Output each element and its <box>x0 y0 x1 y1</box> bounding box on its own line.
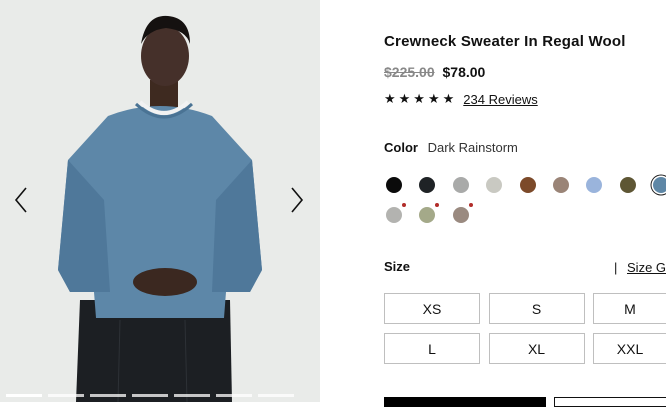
size-option-xxl[interactable]: XXL <box>593 333 666 364</box>
product-image-carousel[interactable] <box>0 0 320 402</box>
carousel-dot[interactable] <box>216 394 252 397</box>
swatch-badge-icon <box>468 203 473 207</box>
star-rating-icon: ★★★★★ <box>384 91 458 106</box>
color-swatch[interactable] <box>386 177 402 193</box>
color-swatch[interactable] <box>419 203 440 223</box>
size-guide-separator: | <box>614 260 618 275</box>
chevron-left-icon <box>14 187 27 213</box>
color-swatch[interactable] <box>419 177 436 193</box>
size-label: Size <box>384 259 411 274</box>
sale-price: $78.00 <box>442 64 486 80</box>
original-price: $225.00 <box>384 64 435 80</box>
size-option-xs[interactable]: XS <box>384 293 480 324</box>
product-title: Crewneck Sweater In Regal Wool <box>384 33 626 50</box>
color-swatch[interactable] <box>452 177 469 193</box>
size-option-s[interactable]: S <box>488 293 585 324</box>
swatch-badge-icon <box>402 203 406 207</box>
rating-row: ★★★★★ 234 Reviews <box>384 91 538 107</box>
color-swatch[interactable] <box>586 177 603 193</box>
selected-color-name: Dark Rainstorm <box>427 140 518 155</box>
color-swatch[interactable] <box>619 177 636 193</box>
color-label-row: Color Dark Rainstorm <box>384 140 518 155</box>
color-label: Color <box>384 140 418 155</box>
carousel-dot[interactable] <box>90 394 126 397</box>
carousel-dot[interactable] <box>48 394 84 397</box>
color-swatch[interactable] <box>386 203 406 223</box>
color-swatch[interactable] <box>553 177 569 193</box>
color-swatch[interactable] <box>486 177 503 193</box>
size-option-m[interactable]: M <box>593 293 666 324</box>
wishlist-button[interactable] <box>554 397 666 407</box>
previous-image-button[interactable] <box>9 184 33 216</box>
reviews-link[interactable]: 234 Reviews <box>463 92 537 107</box>
chevron-right-icon <box>291 187 304 213</box>
carousel-dot[interactable] <box>6 394 42 397</box>
size-guide-link[interactable]: Size Gu <box>627 260 666 275</box>
carousel-pagination <box>6 394 294 397</box>
size-option-l[interactable]: L <box>384 333 480 364</box>
color-swatch[interactable] <box>452 203 473 223</box>
carousel-dot[interactable] <box>258 394 294 397</box>
carousel-dot[interactable] <box>174 394 210 397</box>
carousel-dot[interactable] <box>132 394 168 397</box>
add-to-bag-button[interactable] <box>384 397 546 407</box>
product-photo <box>58 15 262 402</box>
color-swatch[interactable] <box>519 177 536 193</box>
price-block: $225.00 $78.00 <box>384 64 485 80</box>
size-guide: | Size Gu <box>614 260 666 275</box>
size-option-xl[interactable]: XL <box>488 333 585 364</box>
swatch-badge-icon <box>435 203 440 207</box>
color-swatch[interactable] <box>653 177 666 193</box>
next-image-button[interactable] <box>285 184 309 216</box>
product-details: Crewneck Sweater In Regal Wool $225.00 $… <box>384 0 666 407</box>
